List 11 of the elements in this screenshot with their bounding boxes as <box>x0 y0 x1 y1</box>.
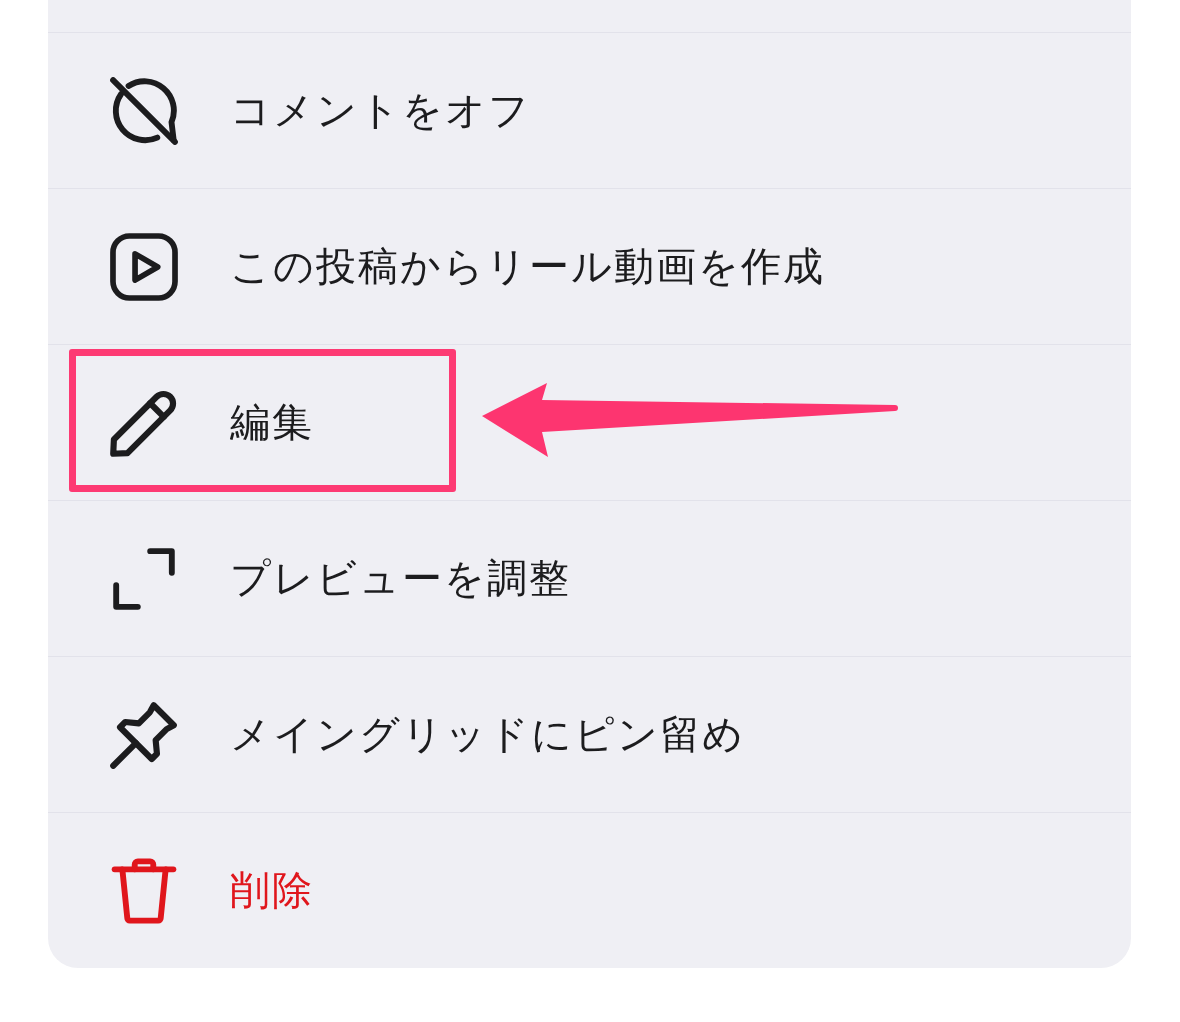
menu-item[interactable]: メイングリッドにピン留め <box>48 657 1131 812</box>
trash-icon <box>110 856 178 925</box>
menu-item[interactable]: 編集 <box>48 345 1131 500</box>
menu-item[interactable]: コメントをオフ <box>48 33 1131 188</box>
pushpin-icon <box>110 700 178 769</box>
comment-off-icon <box>110 76 178 145</box>
pencil-icon <box>110 388 178 457</box>
play-square-icon <box>110 232 178 301</box>
menu-item[interactable]: 削除 <box>48 813 1131 968</box>
menu-item[interactable]: プレビューを調整 <box>48 501 1131 656</box>
menu-item[interactable]: この投稿からリール動画を作成 <box>48 189 1131 344</box>
